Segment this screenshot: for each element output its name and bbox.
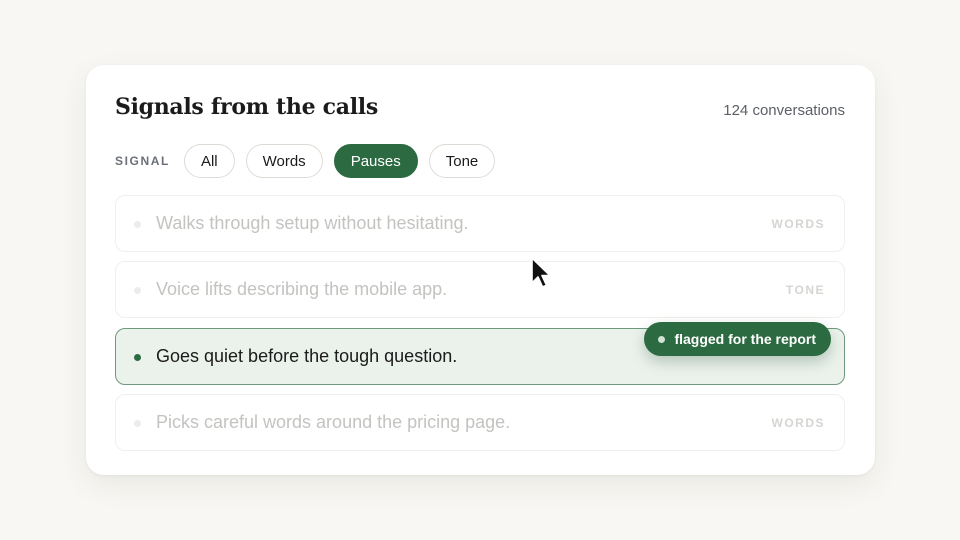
- filter-chip-words[interactable]: Words: [245, 144, 323, 178]
- signal-tag: WORDS: [771, 217, 825, 231]
- signal-text: Walks through setup without hesitating.: [156, 213, 469, 233]
- signal-row[interactable]: Picks careful words around the pricing p…: [115, 394, 845, 451]
- filter-chip-pauses[interactable]: Pauses: [333, 144, 418, 178]
- signals-panel: Signals from the calls 124 conversations…: [86, 65, 875, 475]
- signal-tag: TONE: [785, 283, 825, 297]
- flag-dot-icon: [658, 336, 666, 343]
- bullet-dot-icon: [134, 420, 141, 427]
- filter-chip-tone[interactable]: Tone: [428, 144, 496, 178]
- bullet-dot-icon: [134, 221, 141, 228]
- signal-row-highlighted[interactable]: Goes quiet before the tough question. fl…: [115, 322, 845, 385]
- panel-title: Signals from the calls: [115, 94, 378, 120]
- signal-tag: WORDS: [771, 416, 825, 430]
- signal-filter: SIGNAL All Words Pauses Tone: [115, 143, 506, 179]
- bullet-dot-icon: [134, 354, 141, 361]
- bullet-dot-icon: [134, 287, 141, 294]
- signal-row[interactable]: Walks through setup without hesitating. …: [115, 195, 845, 252]
- flagged-badge-label: flagged for the report: [674, 331, 816, 347]
- filter-chip-all[interactable]: All: [183, 144, 235, 178]
- signal-text: Voice lifts describing the mobile app.: [156, 279, 448, 299]
- signal-text: Picks careful words around the pricing p…: [156, 412, 511, 432]
- flagged-badge[interactable]: flagged for the report: [644, 322, 831, 356]
- conversation-count: 124 conversations: [723, 102, 845, 119]
- signal-row[interactable]: Voice lifts describing the mobile app. T…: [115, 261, 845, 318]
- signal-text: Goes quiet before the tough question.: [156, 346, 458, 366]
- cursor-arrow-icon: [531, 257, 551, 288]
- filter-label: SIGNAL: [115, 154, 170, 168]
